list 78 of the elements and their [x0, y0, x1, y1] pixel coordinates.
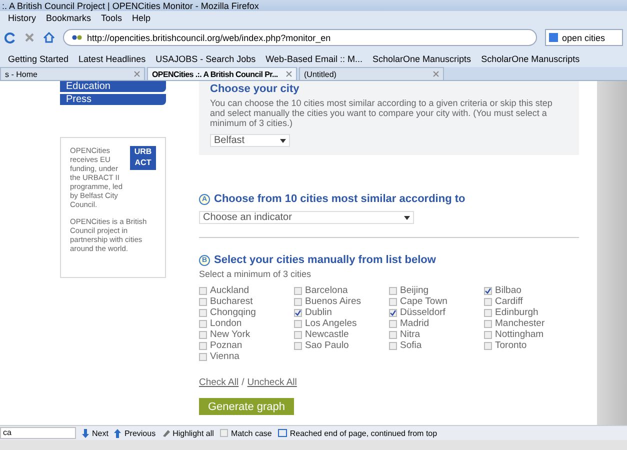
menu-item[interactable]: Help [132, 12, 151, 22]
city-checkbox[interactable]: Edinburgh [484, 307, 579, 318]
city-checkbox[interactable]: Bilbao [484, 285, 579, 296]
down-arrow-icon [82, 428, 89, 438]
highlight-all-button[interactable]: Highlight all [162, 428, 214, 438]
close-icon[interactable] [433, 71, 439, 77]
separator-text: / [242, 377, 244, 388]
city-checkbox[interactable]: Buenos Aires [294, 296, 389, 307]
city-checkbox[interactable]: London [199, 318, 294, 329]
browser-tab[interactable]: (Untitled) [299, 67, 444, 80]
reload-icon[interactable] [4, 32, 16, 44]
url-text: http://opencities.britishcouncil.org/web/index.php?monitor_en [87, 32, 331, 42]
city-checkbox[interactable]: Dublin [294, 307, 389, 318]
city-checkbox[interactable]: Barcelona [294, 285, 389, 296]
check-icon [485, 288, 491, 294]
caret-icon [404, 216, 410, 220]
nav-item[interactable]: Education [60, 81, 166, 92]
address-bar[interactable]: http://opencities.britishcouncil.org/web/index.php?monitor_en [63, 29, 537, 46]
highlighter-icon [162, 429, 170, 437]
site-icon [72, 35, 82, 40]
check-all-link[interactable]: Check All [199, 377, 239, 388]
menu-item[interactable]: Tools [101, 12, 122, 22]
home-icon[interactable] [43, 32, 55, 43]
section-title: Select your cities manually from list below [214, 254, 436, 266]
city-checkbox[interactable]: Chongqing [199, 307, 294, 318]
bookmark[interactable]: Web-Based Email :: M... [266, 54, 363, 64]
window-title: :. A British Council Project | OPENCities Monitor - Mozilla Firefox [2, 0, 259, 10]
close-icon[interactable] [286, 71, 292, 77]
caret-icon [280, 138, 286, 142]
indicator-dropdown[interactable]: Choose an indicator [199, 211, 414, 224]
instructions-text: You can choose the 10 cities most similar according to a given criteria or skip this step and select manually the cities you want to compare your city with. (You must select a minimum of 3 cities.) [210, 98, 554, 128]
city-dropdown[interactable]: Belfast [210, 134, 290, 147]
city-checkbox[interactable]: Cardiff [484, 296, 579, 307]
city-checkbox[interactable]: Nitra [389, 329, 484, 340]
city-checkbox[interactable]: Beijing [389, 285, 484, 296]
city-checkbox[interactable]: Auckland [199, 285, 294, 296]
previous-button[interactable]: Previous [114, 428, 156, 438]
city-checkbox[interactable]: Sofia [389, 340, 484, 351]
section-title: Choose from 10 cities most similar according to [214, 193, 466, 205]
bookmark[interactable]: ScholarOne Manuscripts [372, 54, 472, 64]
wrap-status: Reached end of page, continued from top [278, 428, 438, 438]
city-checkbox[interactable]: Vienna [199, 351, 294, 362]
menu-item[interactable]: History [8, 12, 36, 22]
check-icon [390, 310, 396, 316]
city-checkbox[interactable]: Newcastle [294, 329, 389, 340]
city-checkbox[interactable]: Los Angeles [294, 318, 389, 329]
city-checkbox[interactable]: Manchester [484, 318, 579, 329]
bookmark[interactable]: ScholarOne Manuscripts [481, 54, 580, 64]
bookmark[interactable]: Getting Started [8, 54, 69, 64]
menu-item[interactable]: Bookmarks [46, 12, 92, 22]
uncheck-all-link[interactable]: Uncheck All [247, 377, 297, 388]
city-checkbox[interactable]: Cape Town [389, 296, 484, 307]
close-icon[interactable] [24, 32, 35, 43]
find-field[interactable]: ca [0, 427, 76, 439]
city-checkbox[interactable]: Sao Paulo [294, 340, 389, 351]
city-checkbox[interactable]: Nottingham [484, 329, 579, 340]
city-checkbox[interactable]: Toronto [484, 340, 579, 351]
city-checkbox[interactable]: Düsseldorf [389, 307, 484, 318]
browser-tab[interactable]: OPENCities .:. A British Council Pr... [147, 67, 297, 80]
city-checkbox[interactable]: Poznan [199, 340, 294, 351]
match-case-checkbox[interactable]: Match case [220, 428, 272, 438]
bookmark[interactable]: USAJOBS - Search Jobs [156, 54, 256, 64]
city-checkbox[interactable]: Bucharest [199, 296, 294, 307]
wrap-icon [278, 429, 287, 437]
browser-tab[interactable]: s - Home [0, 67, 145, 80]
check-icon [295, 310, 301, 316]
section-title: Choose your city [210, 83, 300, 95]
hint-text: Select a minimum of 3 cities [199, 269, 312, 279]
nav-item[interactable]: Press [60, 94, 166, 105]
up-arrow-icon [114, 428, 122, 438]
city-checkbox[interactable]: New York [199, 329, 294, 340]
urbact-logo: URB ACT [130, 146, 156, 170]
search-field[interactable]: open cities [545, 29, 623, 46]
search-engine-icon [549, 33, 558, 42]
close-icon[interactable] [134, 71, 140, 77]
next-button[interactable]: Next [82, 428, 108, 438]
city-checkbox[interactable]: Madrid [389, 318, 484, 329]
bookmark[interactable]: Latest Headlines [78, 54, 146, 64]
